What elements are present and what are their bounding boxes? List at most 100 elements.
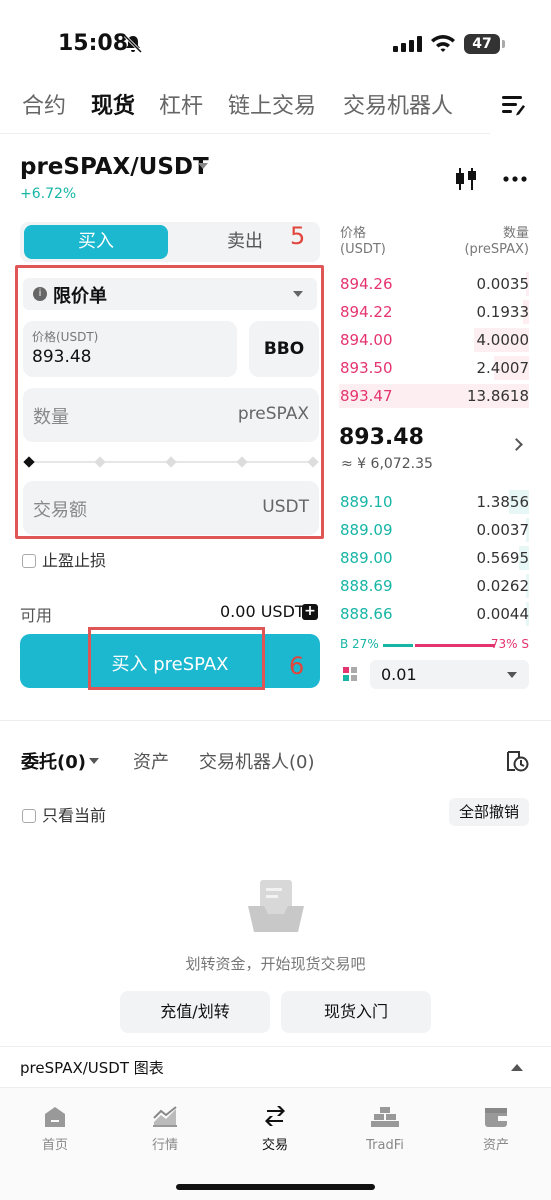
price-value[interactable]: 893.48 xyxy=(32,347,91,367)
empty-box-icon xyxy=(248,880,304,932)
battery-tip xyxy=(502,40,505,48)
buy-tab[interactable]: 买入 xyxy=(24,225,168,259)
cancel-all-button[interactable]: 全部撤销 xyxy=(449,798,529,826)
ask-price: 893.50 xyxy=(340,359,393,377)
price-input[interactable]: 价格(USDT) 893.48 xyxy=(23,321,237,377)
bid-row[interactable]: 888.66 0.0044 xyxy=(339,601,529,627)
nav-assets[interactable]: 资产 xyxy=(456,1106,536,1153)
tab-bots[interactable]: 交易机器人(0) xyxy=(199,748,315,774)
chart-bar-title: preSPAX/USDT 图表 xyxy=(20,1059,164,1077)
bid-qty: 0.0037 xyxy=(476,521,530,539)
menu-edit-icon[interactable] xyxy=(502,94,526,116)
bid-row[interactable]: 889.00 0.5695 xyxy=(339,545,529,571)
history-icon[interactable] xyxy=(505,750,529,772)
chart-toggle-bar[interactable]: preSPAX/USDT 图表 xyxy=(0,1046,551,1086)
nav-market[interactable]: 行情 xyxy=(125,1106,205,1153)
annotation-label-6: 6 xyxy=(289,652,305,680)
signal-icon xyxy=(393,36,422,52)
bid-price: 888.69 xyxy=(340,577,393,595)
trade-icon xyxy=(265,1106,285,1126)
amount-placeholder: 数量 xyxy=(33,407,69,428)
tab-margin[interactable]: 杠杆 xyxy=(159,88,203,120)
total-input[interactable]: 交易额 USDT xyxy=(23,481,319,535)
order-type-label: 限价单 xyxy=(53,286,107,307)
bid-qty: 0.0262 xyxy=(476,577,530,595)
buy-sell-toggle: 买入 卖出 xyxy=(20,222,320,262)
tab-spot[interactable]: 现货 xyxy=(91,88,135,120)
nav-tradfi-label: TradFi xyxy=(366,1138,404,1153)
ask-qty: 2.4007 xyxy=(476,359,530,377)
tab-orders[interactable]: 委托(0) xyxy=(21,748,86,774)
ask-row[interactable]: 893.50 2.4007 xyxy=(339,355,529,381)
info-icon[interactable]: i xyxy=(33,287,47,301)
chevron-down-icon[interactable] xyxy=(89,758,99,764)
tab-trading-bot[interactable]: 交易机器人 xyxy=(343,88,453,120)
depth-select[interactable]: 0.01 xyxy=(370,660,529,689)
ob-qty-header-1: 数量 xyxy=(502,226,529,241)
sell-tab[interactable]: 卖出 xyxy=(200,225,290,259)
more-icon[interactable] xyxy=(503,176,527,182)
annotation-box-button xyxy=(88,627,265,690)
nav-market-label: 行情 xyxy=(151,1138,178,1153)
amount-unit: preSPAX xyxy=(237,404,309,424)
checkbox-icon[interactable] xyxy=(22,554,36,568)
nav-trade-label: 交易 xyxy=(261,1138,288,1153)
bid-row[interactable]: 889.09 0.0037 xyxy=(339,517,529,543)
ob-price-header-2: (USDT) xyxy=(340,242,386,257)
total-placeholder: 交易额 xyxy=(33,500,87,521)
amount-input[interactable]: 数量 preSPAX xyxy=(23,388,319,442)
bid-row[interactable]: 888.69 0.0262 xyxy=(339,573,529,599)
ob-price-header: 价格 (USDT) xyxy=(340,226,386,258)
wallet-icon xyxy=(485,1108,507,1127)
available-label: 可用 xyxy=(20,606,53,625)
chevron-up-icon[interactable] xyxy=(511,1064,523,1071)
bid-row[interactable]: 889.10 1.3856 xyxy=(339,489,529,515)
chevron-down-icon xyxy=(293,291,303,297)
ask-row[interactable]: 894.00 4.0000 xyxy=(339,327,529,353)
bbo-button[interactable]: BBO xyxy=(249,321,319,377)
checkbox-icon[interactable] xyxy=(22,809,36,823)
last-price: 893.48 xyxy=(339,425,424,450)
buy-sell-ratio: B 27% 73% S xyxy=(339,636,529,654)
home-indicator[interactable] xyxy=(176,1184,375,1190)
annotation-label-5: 5 xyxy=(290,222,306,250)
nav-trade[interactable]: 交易 xyxy=(235,1106,315,1153)
bell-muted-icon xyxy=(123,34,143,54)
candlestick-chart-icon[interactable] xyxy=(455,168,479,190)
chevron-down-icon[interactable] xyxy=(198,163,208,169)
top-tabs: 合约 现货 杠杆 链上交易 交易机器人 xyxy=(0,86,551,126)
tab-assets[interactable]: 资产 xyxy=(133,748,169,774)
tpsl-checkbox[interactable]: 止盈止损 xyxy=(22,547,106,571)
chevron-right-icon[interactable] xyxy=(510,438,523,451)
bid-price: 888.66 xyxy=(340,605,393,623)
buy-ratio: B 27% xyxy=(340,637,379,651)
home-icon xyxy=(45,1107,65,1127)
ob-qty-header-2: (preSPAX) xyxy=(464,242,529,257)
ask-row[interactable]: 894.26 0.0035 xyxy=(339,271,529,297)
pair-symbol[interactable]: preSPAX/USDT xyxy=(20,154,209,180)
deposit-transfer-button[interactable]: 充值/划转 xyxy=(120,991,270,1033)
sell-ratio-bar xyxy=(415,644,495,647)
ask-price: 893.47 xyxy=(340,387,393,405)
amount-slider[interactable] xyxy=(23,456,319,468)
tpsl-label: 止盈止损 xyxy=(42,551,107,570)
wifi-icon xyxy=(431,35,455,52)
spot-guide-button[interactable]: 现货入门 xyxy=(281,991,431,1033)
ask-qty: 0.1933 xyxy=(476,303,530,321)
only-current-checkbox[interactable]: 只看当前 xyxy=(22,802,106,826)
bid-qty: 0.5695 xyxy=(476,549,530,567)
orderbook-layout-icon[interactable] xyxy=(343,667,357,681)
buy-ratio-bar xyxy=(383,644,413,647)
depth-value: 0.01 xyxy=(381,665,417,684)
plus-icon[interactable]: + xyxy=(302,604,318,620)
ask-row[interactable]: 893.47 13.8618 xyxy=(339,383,529,409)
ask-price: 894.22 xyxy=(340,303,393,321)
nav-tradfi[interactable]: TradFi xyxy=(345,1106,425,1153)
available-value: 0.00 USDT xyxy=(220,602,305,621)
order-type-select[interactable]: i 限价单 xyxy=(23,278,317,310)
tab-futures[interactable]: 合约 xyxy=(22,88,66,120)
nav-home[interactable]: 首页 xyxy=(15,1106,95,1153)
tab-onchain[interactable]: 链上交易 xyxy=(228,88,316,120)
nav-home-label: 首页 xyxy=(41,1138,68,1153)
ask-row[interactable]: 894.22 0.1933 xyxy=(339,299,529,325)
